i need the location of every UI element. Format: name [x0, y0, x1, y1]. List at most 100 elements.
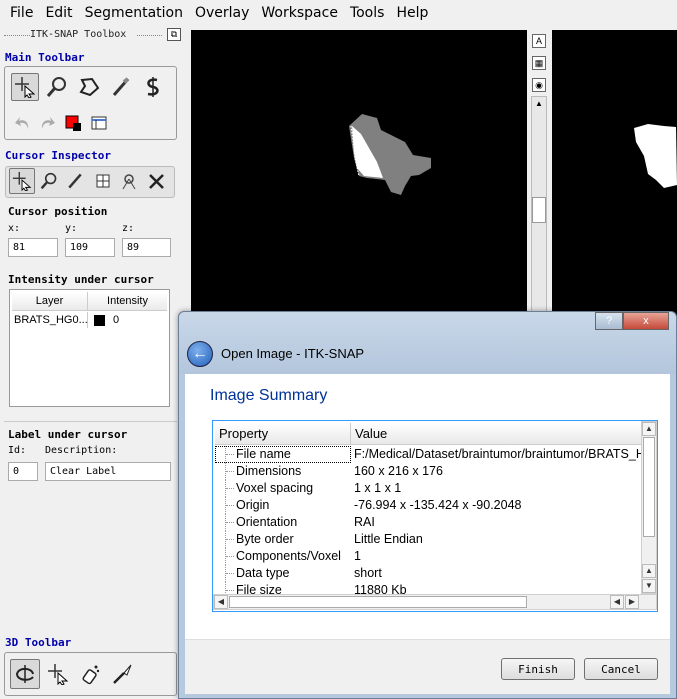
scalpel-icon[interactable] — [107, 659, 137, 689]
horizontal-scrollbar[interactable]: ◀ ◀ ▶ — [213, 594, 657, 610]
cancel-button[interactable]: Cancel — [584, 658, 658, 680]
redo-icon[interactable] — [33, 109, 61, 137]
scroll-up-icon[interactable]: ▲ — [642, 422, 656, 436]
toolbar-3d-heading: 3D Toolbar — [5, 636, 72, 649]
cursor-z-field[interactable]: 89 — [122, 238, 171, 257]
segmentation-slice-image — [349, 114, 431, 195]
value-cell: short — [354, 566, 382, 580]
crosshair-tool-icon[interactable] — [11, 73, 39, 101]
property-cell: File size — [236, 583, 282, 594]
value-cell: 11880 Kb — [354, 583, 407, 594]
intensity-heading: Intensity under cursor — [8, 273, 154, 286]
scroll-left-icon[interactable]: ◀ — [610, 595, 624, 609]
tools-icon[interactable] — [144, 168, 170, 194]
cursor-x-field[interactable]: 81 — [8, 238, 58, 257]
camera-icon[interactable]: ◉ — [532, 78, 546, 92]
layout-icon[interactable] — [85, 109, 113, 137]
annotation-icon[interactable]: A — [532, 34, 546, 48]
table-row[interactable]: File size 11880 Kb — [215, 582, 643, 594]
main-toolbar-panel — [4, 66, 177, 140]
id-label: Id: — [8, 445, 27, 456]
scroll-right-icon[interactable]: ▶ — [625, 595, 639, 609]
paintbrush-tool-icon[interactable] — [107, 73, 135, 101]
slice-scrollbar[interactable]: ▲ — [531, 96, 547, 320]
finish-button[interactable]: Finish — [501, 658, 575, 680]
table-row[interactable]: Voxel spacing 1 x 1 x 1 — [215, 480, 643, 497]
value-cell: RAI — [354, 515, 375, 529]
menu-overlay[interactable]: Overlay — [189, 1, 255, 25]
menu-segmentation[interactable]: Segmentation — [79, 1, 189, 25]
network-icon[interactable] — [116, 168, 142, 194]
active-label-color-icon[interactable] — [59, 109, 87, 137]
scroll-down-icon[interactable]: ▼ — [642, 579, 656, 593]
property-cell: Byte order — [236, 532, 294, 546]
intensity-column-header[interactable]: Intensity — [88, 292, 167, 310]
dialog-title: Open Image - ITK-SNAP — [221, 346, 365, 361]
table-row[interactable]: Components/Voxel 1 — [215, 548, 643, 565]
vertical-scrollbar[interactable]: ▲ ▲ ▼ — [641, 421, 657, 594]
float-dock-icon[interactable]: ⧉ — [167, 28, 181, 41]
scrollbar-thumb[interactable] — [643, 437, 655, 537]
image-summary-table: Property Value File name F:/Medical/Data… — [212, 420, 658, 612]
dialog-header: ? x ← Open Image - ITK-SNAP — [179, 312, 676, 374]
back-arrow-icon[interactable]: ← — [187, 341, 213, 367]
value-cell: -76.994 x -135.424 x -90.2048 — [354, 498, 522, 512]
property-cell: Components/Voxel — [236, 549, 341, 563]
zoom-tool-icon[interactable] — [43, 73, 71, 101]
value-cell: 1 — [354, 549, 361, 563]
scrollbar-thumb[interactable] — [229, 596, 527, 608]
property-cell: Orientation — [236, 515, 298, 529]
table-row[interactable]: Origin -76.994 x -135.424 x -90.2048 — [215, 497, 643, 514]
label-description-field[interactable]: Clear Label — [45, 462, 171, 481]
menu-edit[interactable]: Edit — [39, 1, 78, 25]
paintbrush-tool-icon[interactable] — [62, 168, 88, 194]
table-row[interactable]: BRATS_HG0... 0 — [12, 312, 167, 328]
menu-file[interactable]: File — [4, 1, 39, 25]
polygon-tool-icon[interactable] — [75, 73, 103, 101]
spray-paint-icon[interactable] — [75, 659, 105, 689]
help-button[interactable]: ? — [595, 312, 623, 330]
table-row[interactable]: Data type short — [215, 565, 643, 582]
property-cell: Voxel spacing — [236, 481, 314, 495]
menu-help[interactable]: Help — [390, 1, 434, 25]
label-under-cursor-heading: Label under cursor — [8, 428, 128, 441]
property-cell: Origin — [236, 498, 270, 512]
table-row[interactable]: Byte order Little Endian — [215, 531, 643, 548]
open-image-dialog: ? x ← Open Image - ITK-SNAP Image Summar… — [178, 311, 677, 699]
crosshair-3d-icon[interactable] — [43, 659, 73, 689]
x-label: x: — [8, 223, 21, 234]
snake-tool-icon[interactable] — [139, 73, 167, 101]
slice-viewer-sagittal[interactable] — [552, 30, 677, 320]
crosshair-tool-icon[interactable] — [9, 168, 35, 194]
label-id-field[interactable]: 0 — [8, 462, 38, 481]
close-button[interactable]: x — [623, 312, 669, 330]
property-column-header[interactable]: Property — [215, 423, 351, 445]
property-cell: Data type — [236, 566, 290, 580]
menubar: File Edit Segmentation Overlay Workspace… — [0, 0, 677, 26]
scrollbar-thumb[interactable] — [532, 197, 546, 223]
menu-tools[interactable]: Tools — [344, 1, 391, 25]
table-row[interactable]: File name F:/Medical/Dataset/braintumor/… — [215, 446, 643, 463]
slice-viewer-axial[interactable] — [191, 30, 527, 320]
zoom-tool-icon[interactable] — [36, 168, 62, 194]
table-row[interactable]: Orientation RAI — [215, 514, 643, 531]
cursor-y-field[interactable]: 109 — [65, 238, 115, 257]
layer-cell: BRATS_HG0... — [14, 312, 88, 328]
scroll-up-icon[interactable]: ▲ — [642, 564, 656, 578]
layout-grid-icon[interactable]: ▦ — [532, 56, 546, 70]
toolbar-3d-panel — [4, 652, 177, 696]
table-row[interactable]: Dimensions 160 x 216 x 176 — [215, 463, 643, 480]
grid-layout-icon[interactable] — [90, 168, 116, 194]
color-swatch — [94, 314, 105, 326]
dialog-body: Image Summary Property Value File name F… — [185, 374, 670, 694]
rotate-3d-icon[interactable] — [10, 659, 40, 689]
toolbox-panel: ITK-SNAP Toolbox ⧉ Main Toolbar Cursor I… — [0, 26, 186, 699]
description-label: Description: — [45, 445, 118, 456]
section-title: Image Summary — [210, 387, 328, 404]
value-cell: 1 x 1 x 1 — [354, 481, 402, 495]
scroll-up-icon[interactable]: ▲ — [532, 97, 546, 111]
value-column-header[interactable]: Value — [351, 423, 643, 445]
layer-column-header[interactable]: Layer — [12, 292, 88, 310]
scroll-left-icon[interactable]: ◀ — [214, 595, 228, 609]
menu-workspace[interactable]: Workspace — [255, 1, 344, 25]
